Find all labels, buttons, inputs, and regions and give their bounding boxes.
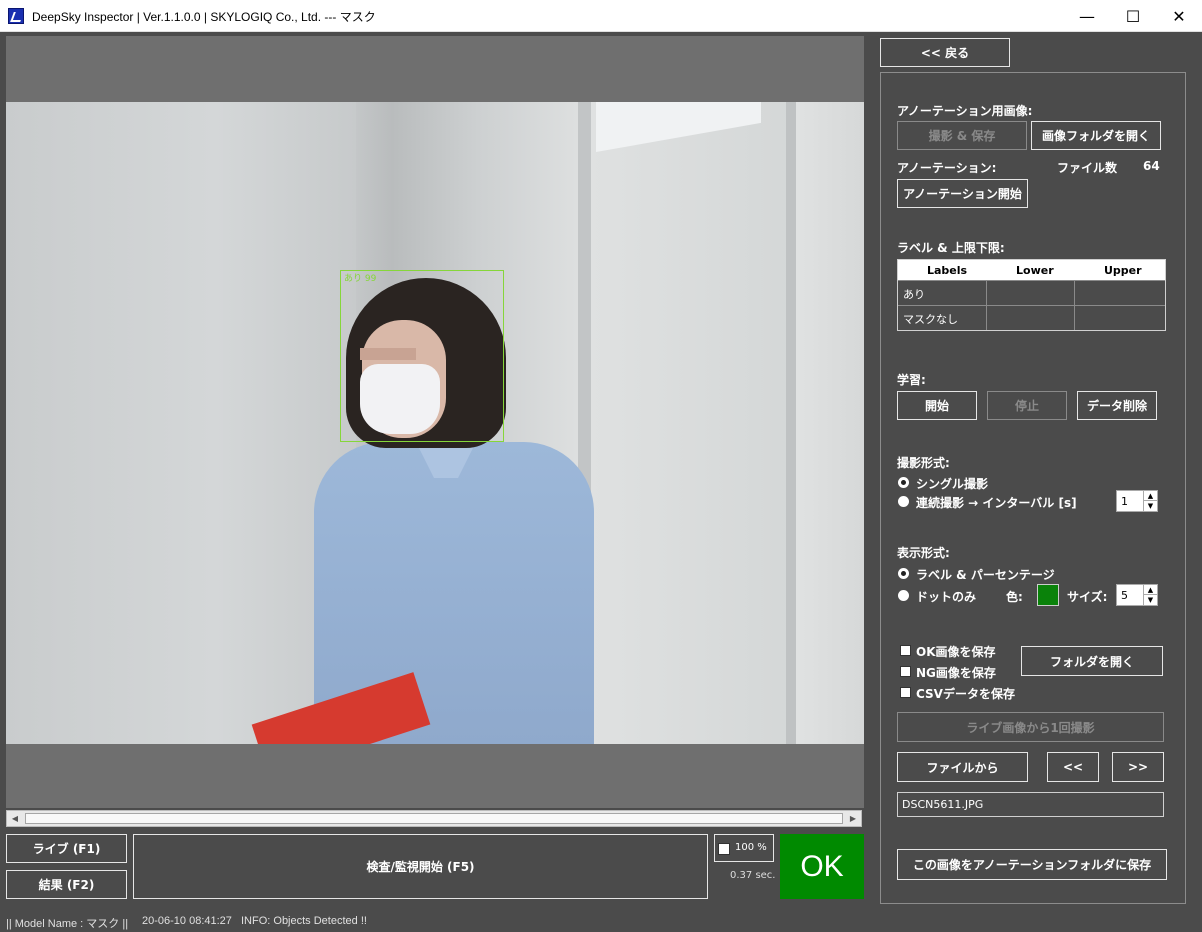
detection-box: あり 99: [340, 270, 504, 442]
col-labels: Labels: [927, 264, 968, 277]
status-info: INFO: Objects Detected !!: [241, 915, 367, 927]
live-button[interactable]: ライブ (F1): [6, 834, 127, 863]
zoom-value: 100 %: [735, 842, 767, 853]
table-row[interactable]: マスクなし: [898, 305, 1165, 330]
display-mode-title: 表示形式:: [897, 546, 950, 560]
file-count: 64: [1143, 159, 1160, 173]
from-file-button[interactable]: ファイルから: [897, 752, 1028, 782]
capture-single-label: シングル撮影: [916, 477, 989, 491]
interval-value: 1: [1121, 495, 1128, 508]
status-bar: || Model Name : マスク || 20-06-10 08:41:27…: [0, 910, 1202, 932]
learning-title: 学習:: [897, 373, 926, 387]
scroll-right-icon[interactable]: ▶: [846, 812, 860, 825]
next-image-button[interactable]: >>: [1112, 752, 1164, 782]
open-image-folder-button[interactable]: 画像フォルダを開く: [1031, 121, 1161, 150]
stepper-up-icon[interactable]: ▲: [1143, 491, 1157, 501]
inspect-start-button[interactable]: 検査/監視開始 (F5): [133, 834, 708, 899]
result-indicator: OK: [780, 834, 864, 899]
image-viewer[interactable]: あり 99: [6, 36, 864, 808]
learn-delete-button[interactable]: データ削除: [1077, 391, 1157, 420]
open-folder-button[interactable]: フォルダを開く: [1021, 646, 1163, 676]
annot-image-title: アノーテーション用画像:: [897, 104, 1033, 118]
size-stepper[interactable]: 5 ▲ ▼: [1116, 584, 1158, 606]
save-ok-label: OK画像を保存: [916, 645, 996, 659]
close-button[interactable]: ✕: [1156, 0, 1202, 32]
status-datetime: 20-06-10 08:41:27: [142, 915, 232, 927]
capture-continuous-label: 連続撮影 → インターバル [s]: [916, 496, 1077, 510]
size-label: サイズ:: [1067, 590, 1108, 604]
detection-label: あり 99: [344, 274, 377, 284]
learn-start-button[interactable]: 開始: [897, 391, 977, 420]
col-lower: Lower: [1016, 264, 1054, 277]
capture-mode-title: 撮影形式:: [897, 456, 950, 470]
stepper-down-icon[interactable]: ▼: [1143, 501, 1157, 511]
zoom-control[interactable]: 100 %: [714, 834, 774, 862]
result-button[interactable]: 結果 (F2): [6, 870, 127, 899]
display-dot-label: ドットのみ: [916, 590, 977, 604]
save-ng-checkbox[interactable]: [900, 666, 911, 677]
capture-continuous-radio[interactable]: [898, 496, 909, 507]
maximize-button[interactable]: ☐: [1110, 0, 1156, 32]
minimize-button[interactable]: —: [1064, 0, 1110, 32]
file-count-label: ファイル数: [1057, 161, 1118, 175]
file-name-field[interactable]: DSCN5611.JPG: [897, 792, 1164, 817]
labels-title: ラベル & 上限下限:: [897, 241, 1005, 255]
display-label-percent-label: ラベル & パーセンテージ: [916, 568, 1055, 582]
labels-table[interactable]: Labels Lower Upper あり マスクなし: [897, 259, 1166, 331]
row-label: マスクなし: [903, 313, 958, 326]
save-csv-checkbox[interactable]: [900, 687, 911, 698]
save-to-annotation-button[interactable]: この画像をアノーテーションフォルダに保存: [897, 849, 1167, 880]
scroll-thumb[interactable]: [25, 813, 843, 824]
elapsed-time: 0.37 sec.: [730, 870, 776, 881]
table-row[interactable]: あり: [898, 280, 1165, 305]
display-dot-radio[interactable]: [898, 590, 909, 601]
col-upper: Upper: [1104, 264, 1142, 277]
save-ng-label: NG画像を保存: [916, 666, 996, 680]
app-logo-icon: [8, 8, 24, 24]
color-label: 色:: [1006, 590, 1023, 604]
learn-stop-button[interactable]: 停止: [987, 391, 1067, 420]
annotation-title: アノーテーション:: [897, 161, 997, 175]
status-model: || Model Name : マスク ||: [6, 918, 129, 930]
stepper-down-icon[interactable]: ▼: [1143, 595, 1157, 605]
window-title: DeepSky Inspector | Ver.1.1.0.0 | SKYLOG…: [32, 10, 376, 24]
capture-single-radio[interactable]: [898, 477, 909, 488]
horizontal-scrollbar[interactable]: ◀ ▶: [6, 810, 862, 827]
dot-color-picker[interactable]: [1037, 584, 1059, 606]
camera-image: あり 99: [6, 102, 864, 744]
row-label: あり: [903, 288, 925, 301]
table-header: Labels Lower Upper: [898, 260, 1165, 280]
title-bar: DeepSky Inspector | Ver.1.1.0.0 | SKYLOG…: [0, 0, 1202, 32]
save-ok-checkbox[interactable]: [900, 645, 911, 656]
capture-save-button[interactable]: 撮影 & 保存: [897, 121, 1027, 150]
capture-once-button[interactable]: ライブ画像から1回撮影: [897, 712, 1164, 742]
stepper-up-icon[interactable]: ▲: [1143, 585, 1157, 595]
back-button[interactable]: << 戻る: [880, 38, 1010, 67]
size-value: 5: [1121, 589, 1128, 602]
prev-image-button[interactable]: <<: [1047, 752, 1099, 782]
zoom-checkbox[interactable]: [718, 843, 730, 855]
save-csv-label: CSVデータを保存: [916, 687, 1015, 701]
display-label-percent-radio[interactable]: [898, 568, 909, 579]
start-annotation-button[interactable]: アノーテーション開始: [897, 179, 1028, 208]
interval-stepper[interactable]: 1 ▲ ▼: [1116, 490, 1158, 512]
scroll-left-icon[interactable]: ◀: [8, 812, 22, 825]
